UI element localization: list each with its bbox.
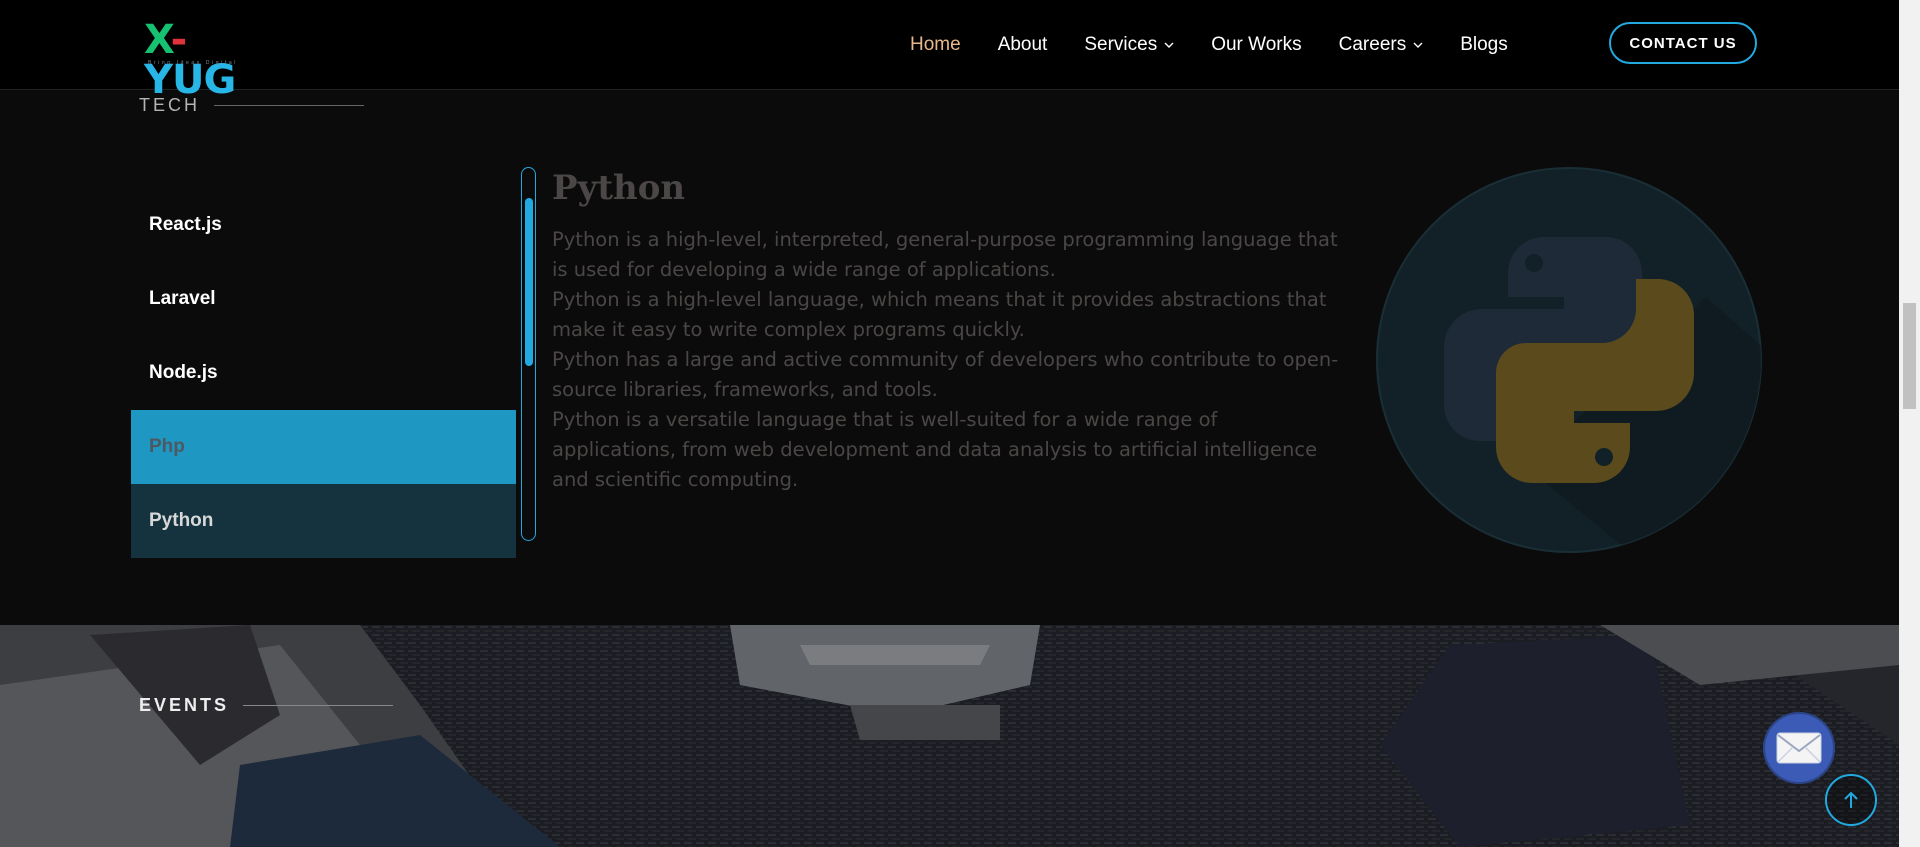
events-background-image (0, 625, 1899, 847)
tech-item-nodejs[interactable]: Node.js (131, 336, 516, 410)
events-section: EVENTS (0, 625, 1899, 847)
tech-item-reactjs[interactable]: React.js (131, 188, 516, 262)
arrow-up-icon (1844, 791, 1858, 808)
python-logo-icon (1376, 167, 1762, 553)
tech-list-scroll-thumb[interactable] (524, 198, 533, 366)
site-header: X-YUG Bring Ideas Digital Home About Ser… (0, 0, 1899, 100)
tech-list: React.js Laravel Node.js Php Python (131, 188, 516, 631)
contact-us-button[interactable]: CONTACT US (1609, 22, 1757, 64)
tech-section: TECH React.js Laravel Node.js Php Python… (0, 89, 1899, 625)
tech-item-laravel[interactable]: Laravel (131, 262, 516, 336)
page-scroll-thumb[interactable] (1903, 303, 1916, 409)
nav-careers[interactable]: Careers (1339, 34, 1424, 56)
tech-list-scrollbar[interactable] (521, 167, 536, 541)
mail-button[interactable] (1763, 712, 1835, 784)
main-nav: Home About Services Our Works Careers Bl… (910, 0, 1545, 89)
tech-detail-paragraphs: Python is a high-level, interpreted, gen… (552, 225, 1342, 495)
detail-paragraph: Python is a high-level, interpreted, gen… (552, 228, 1338, 281)
site-logo[interactable]: X-YUG Bring Ideas Digital (144, 20, 260, 100)
title-divider (214, 105, 364, 106)
nav-home[interactable]: Home (910, 34, 961, 56)
logo-tagline: Bring Ideas Digital (148, 60, 238, 66)
scroll-to-top-button[interactable] (1825, 774, 1877, 826)
chevron-down-icon (1164, 42, 1174, 48)
nav-services[interactable]: Services (1084, 34, 1174, 56)
title-divider (243, 705, 394, 706)
chevron-down-icon (1413, 42, 1423, 48)
detail-paragraph: Python is a high-level language, which m… (552, 288, 1327, 341)
nav-about[interactable]: About (998, 34, 1048, 56)
tech-item-python[interactable]: Python (131, 484, 516, 558)
tech-detail-heading: Python (552, 168, 686, 208)
detail-paragraph: Python has a large and active community … (552, 348, 1339, 401)
events-section-title: EVENTS (139, 695, 394, 716)
tech-item-php[interactable]: Php (131, 410, 516, 484)
nav-blogs[interactable]: Blogs (1460, 34, 1508, 56)
nav-our-works[interactable]: Our Works (1211, 34, 1301, 56)
mail-icon (1776, 732, 1822, 764)
tech-detail: Python Python is a high-level, interpret… (552, 165, 1342, 495)
page-scrollbar[interactable] (1899, 0, 1920, 847)
detail-paragraph: Python is a versatile language that is w… (552, 408, 1318, 491)
events-title-text: EVENTS (139, 695, 230, 715)
